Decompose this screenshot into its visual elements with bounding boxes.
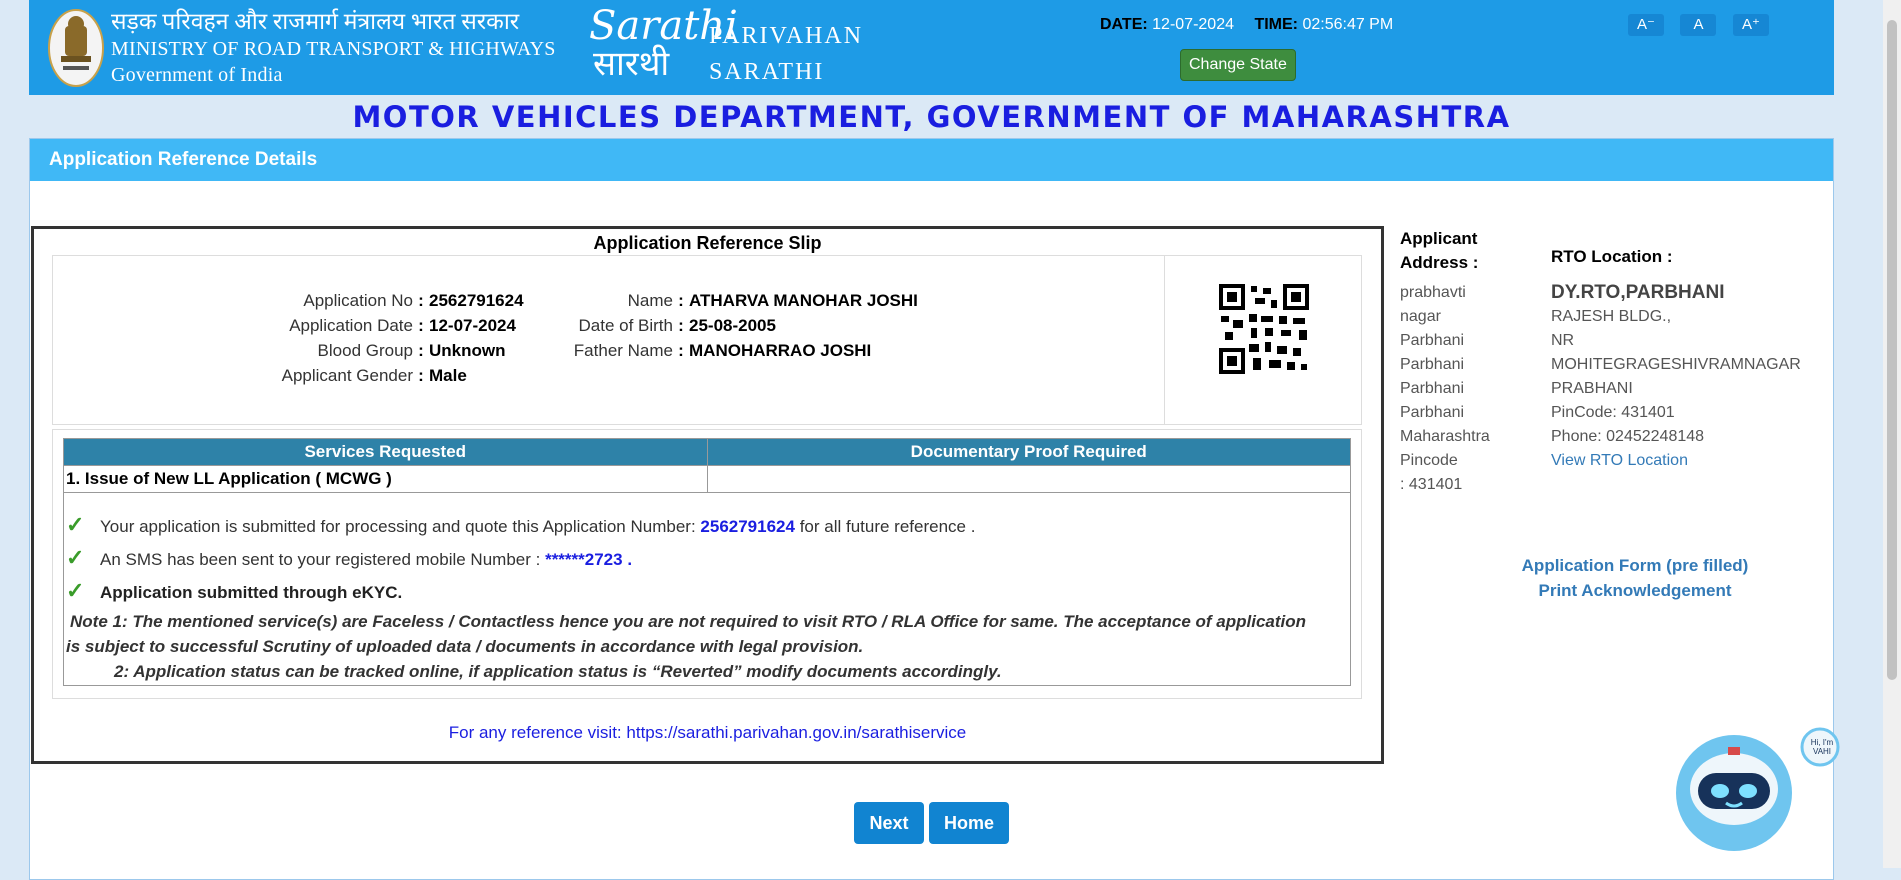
dob-label: Date of Birth xyxy=(578,316,674,335)
message-submitted: ✓ Your application is submitted for proce… xyxy=(66,512,976,537)
table-header-row: Services Requested Documentary Proof Req… xyxy=(63,438,1351,466)
address-line: prabhavti xyxy=(1400,284,1466,301)
chatbot-bubble-text: Hi, I'm VAHI xyxy=(1810,738,1834,756)
message-ekyc: ✓ Application submitted through eKYC. xyxy=(66,578,403,603)
check-icon: ✓ xyxy=(66,545,85,570)
font-size-controls: A⁻ A A⁺ xyxy=(1628,14,1781,36)
sarathi-service-link[interactable]: https://sarathi.parivahan.gov.in/sarathi… xyxy=(626,723,966,742)
rto-phone: Phone: 02452248148 xyxy=(1551,428,1705,445)
qr-cell xyxy=(1164,256,1361,424)
ministry-english: MINISTRY OF ROAD TRANSPORT & HIGHWAYS xyxy=(111,38,556,60)
qr-code-icon xyxy=(1219,284,1309,374)
home-button[interactable]: Home xyxy=(929,802,1009,844)
name-label: Name xyxy=(627,291,673,310)
services-requested-header: Services Requested xyxy=(63,438,708,466)
father-name-value: MANOHARRAO JOSHI xyxy=(689,341,872,360)
app-no-label: Application No xyxy=(303,291,413,310)
national-emblem-icon xyxy=(48,9,104,87)
department-title: MOTOR VEHICLES DEPARTMENT, GOVERNMENT OF… xyxy=(352,100,1511,134)
time-label: TIME: xyxy=(1254,16,1298,33)
rto-name: DY.RTO,PARBHANI xyxy=(1551,282,1725,303)
address-line: Parbhani xyxy=(1400,356,1465,373)
app-no-value: 2562791624 xyxy=(429,291,524,310)
rto-location: RTO Location : DY.RTO,PARBHANI RAJESH BL… xyxy=(1551,245,1801,473)
rto-line: RAJESH BLDG., xyxy=(1551,308,1672,325)
panel-title: Application Reference Details xyxy=(30,139,1833,181)
rto-line: PRABHANI xyxy=(1551,380,1633,397)
print-acknowledgement-link[interactable]: Print Acknowledgement xyxy=(1420,578,1850,603)
logo-script-hindi: सारथी xyxy=(593,44,670,84)
date-value: 12-07-2024 xyxy=(1152,16,1234,33)
logo-sarathi: SARATHI xyxy=(709,59,825,85)
view-rto-location-link[interactable]: View RTO Location xyxy=(1551,452,1688,469)
blood-group-value: Unknown xyxy=(429,341,506,360)
logo-parivahan: PARIVAHAN xyxy=(709,23,864,49)
reference-prefix: For any reference visit: xyxy=(448,723,622,742)
address-line: Parbhani xyxy=(1400,404,1465,421)
gender-value: Male xyxy=(429,366,467,385)
check-icon: ✓ xyxy=(66,512,85,537)
rto-pincode: PinCode: 431401 xyxy=(1551,404,1675,421)
address-line: Pincode xyxy=(1400,452,1458,469)
next-button[interactable]: Next xyxy=(854,802,924,844)
check-icon: ✓ xyxy=(66,578,85,603)
address-heading-1: Applicant xyxy=(1400,229,1478,248)
message-sms: ✓ An SMS has been sent to your registered… xyxy=(66,545,633,570)
name-value: ATHARVA MANOHAR JOSHI xyxy=(689,291,918,310)
address-line: Parbhani xyxy=(1400,380,1465,397)
vertical-scrollbar[interactable] xyxy=(1883,0,1901,868)
font-increase-button[interactable]: A⁺ xyxy=(1732,14,1769,36)
reference-slip: Application Reference Slip Application N… xyxy=(31,226,1384,764)
address-heading-2: Address : xyxy=(1400,253,1479,272)
date-label: DATE: xyxy=(1100,16,1148,33)
app-date-label: Application Date xyxy=(289,316,413,335)
gender-label: Applicant Gender xyxy=(281,366,413,385)
ministry-text: सड़क परिवहन और राजमार्ग मंत्रालय भारत सर… xyxy=(111,8,556,88)
services-table: Services Requested Documentary Proof Req… xyxy=(63,438,1351,493)
applicant-info-box: Application No:2562791624 Application Da… xyxy=(52,255,1362,425)
documentary-proof-header: Documentary Proof Required xyxy=(706,438,1351,466)
sarathi-logo[interactable]: Sarathi सारथी PARIVAHAN SARATHI xyxy=(589,6,949,90)
government-of-india: Government of India xyxy=(111,64,283,86)
info-right-column: Name: ATHARVA MANOHAR JOSHI Date of Birth… xyxy=(553,288,918,363)
note-1: Note 1: The mentioned service(s) are Fac… xyxy=(70,612,1307,631)
address-line: nagar xyxy=(1400,308,1441,325)
slip-title: Application Reference Slip xyxy=(593,233,822,253)
font-normal-button[interactable]: A xyxy=(1680,14,1717,36)
application-form-link[interactable]: Application Form (pre filled) xyxy=(1420,553,1850,578)
address-line: : 431401 xyxy=(1400,476,1463,493)
ministry-hindi: सड़क परिवहन और राजमार्ग मंत्रालय भारत सर… xyxy=(111,9,520,34)
app-date-value: 12-07-2024 xyxy=(429,316,516,335)
logo-words: PARIVAHAN SARATHI xyxy=(709,18,863,90)
change-state-button[interactable]: Change State xyxy=(1180,49,1296,81)
rto-heading: RTO Location : xyxy=(1551,247,1673,266)
messages-box: ✓ Your application is submitted for proce… xyxy=(63,487,1351,686)
note-1-continued: is subject to successful Scrutiny of upl… xyxy=(66,637,864,656)
father-name-label: Father Name xyxy=(573,341,673,360)
mobile-number-highlight: ******2723 . xyxy=(545,550,633,569)
address-line: Parbhani xyxy=(1400,332,1465,349)
blood-group-label: Blood Group xyxy=(317,341,413,360)
time-value: 02:56:47 PM xyxy=(1302,16,1394,33)
address-line: Maharashtra xyxy=(1400,428,1490,445)
services-box: Services Requested Documentary Proof Req… xyxy=(52,429,1362,699)
font-decrease-button[interactable]: A⁻ xyxy=(1628,14,1664,36)
application-number-highlight: 2562791624 xyxy=(700,517,795,536)
rto-line: NR xyxy=(1551,332,1575,349)
reference-line: For any reference visit: https://sarathi… xyxy=(34,723,1381,743)
top-header: सड़क परिवहन और राजमार्ग मंत्रालय भारत सर… xyxy=(29,0,1834,95)
dob-value: 25-08-2005 xyxy=(689,316,776,335)
main-panel: Application Reference Details Applicatio… xyxy=(29,138,1834,880)
applicant-address: Applicant Address : prabhavti nagar Parb… xyxy=(1400,227,1490,497)
date-time: DATE: 12-07-2024 TIME: 02:56:47 PM xyxy=(1100,16,1409,34)
note-2: 2: Application status can be tracked onl… xyxy=(114,662,1002,681)
info-left-column: Application No:2562791624 Application Da… xyxy=(233,288,524,388)
scrollbar-thumb[interactable] xyxy=(1887,20,1897,680)
rto-line: MOHITEGRAGESHIVRAMNAGAR xyxy=(1551,356,1801,373)
action-links: Application Form (pre filled) Print Ackn… xyxy=(1420,553,1850,603)
